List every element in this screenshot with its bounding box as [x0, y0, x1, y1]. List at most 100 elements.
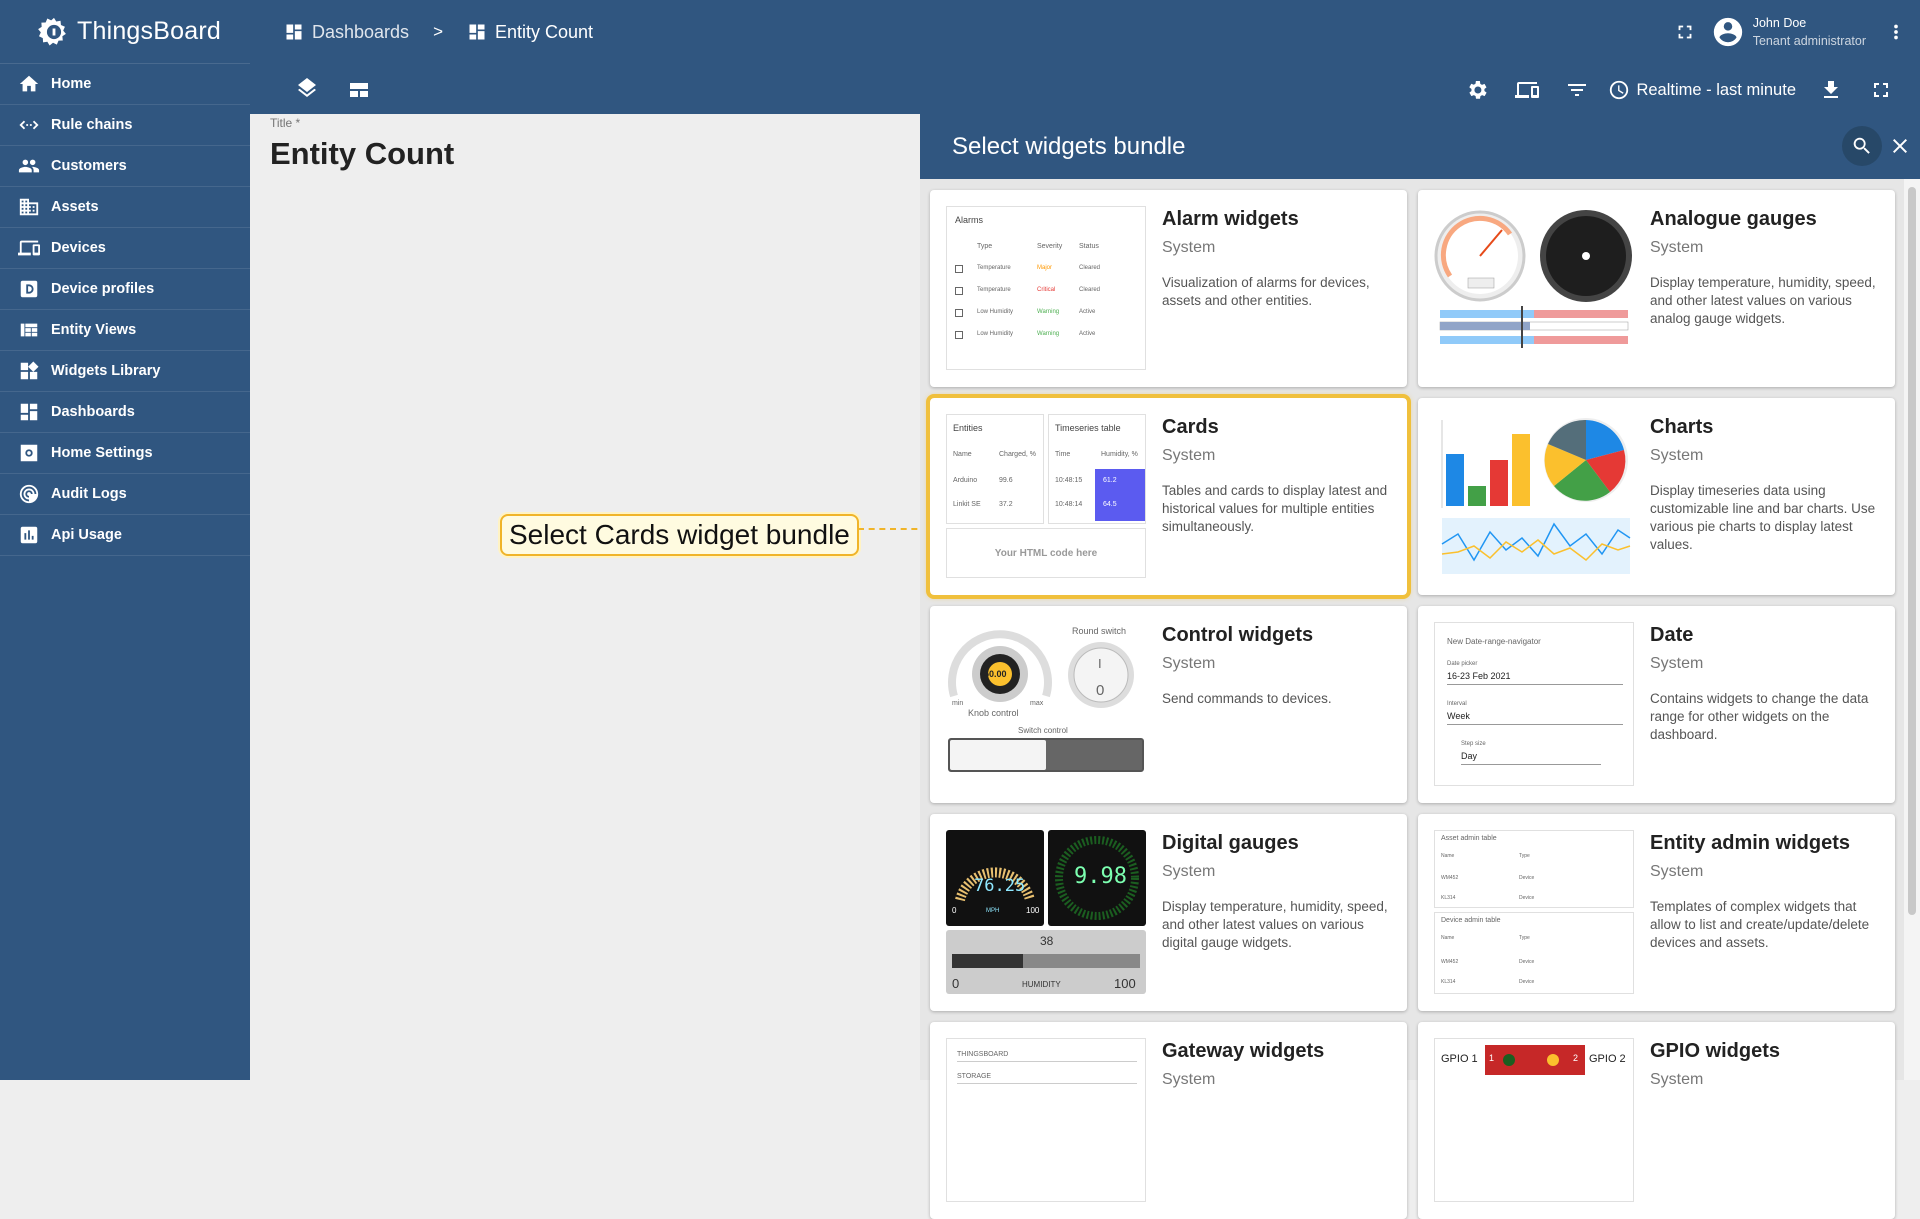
callout-connector — [858, 528, 928, 530]
alarm-row-cell: Cleared — [1079, 287, 1101, 293]
switch-off-label: 0 — [1096, 682, 1105, 699]
breadcrumb-dashboards[interactable]: Dashboards — [284, 22, 409, 43]
preview-title: New Date-range-navigator — [1447, 637, 1541, 646]
bundle-card-gateway-widgets[interactable]: THINGSBOARD STORAGE Gateway widgets Syst… — [930, 1022, 1407, 1219]
entity-aliases-button[interactable] — [1506, 70, 1548, 110]
bundle-card-entity-admin-widgets[interactable]: Asset admin table Name Type WM452 Device… — [1418, 814, 1895, 1011]
round-switch-icon — [1068, 642, 1134, 708]
timewindow-button[interactable]: Realtime - last minute — [1598, 79, 1810, 101]
knob-control-icon — [948, 630, 1052, 702]
bundle-text: Entity admin widgets System Templates of… — [1650, 832, 1881, 952]
preview-title: Entities — [953, 423, 983, 433]
bundle-card-date[interactable]: New Date-range-navigator Date picker 16-… — [1418, 606, 1895, 803]
bundle-type: System — [1650, 239, 1704, 256]
sidebar-item-label: Rule chains — [51, 117, 133, 133]
sidebar-item-devices[interactable]: Devices — [0, 228, 250, 269]
bundle-card-digital-gauges[interactable]: 76.25 MPH 0 100 9.98 38 0 HUMIDITY 100 D… — [930, 814, 1407, 1011]
sidebar-item-customers[interactable]: Customers — [0, 146, 250, 187]
bundle-description: Templates of complex widgets that allow … — [1650, 899, 1870, 950]
export-button[interactable] — [1810, 70, 1852, 110]
sidebar-item-api-usage[interactable]: Api Usage — [0, 515, 250, 556]
switch-control-label: Switch control — [1018, 726, 1068, 735]
preview-cell: 61.2 — [1103, 477, 1117, 484]
bundle-title: Charts — [1650, 416, 1714, 438]
preview-cell: 99.6 — [999, 477, 1013, 484]
sidebar-item-device-profiles[interactable]: Device profiles — [0, 269, 250, 310]
expand-button[interactable] — [1860, 70, 1902, 110]
preview-label: Step size — [1461, 741, 1486, 747]
alarm-row-cell: Warning — [1037, 331, 1060, 337]
humidity-fill — [952, 954, 1024, 968]
dashboard-title-field[interactable]: Entity Count — [270, 136, 454, 172]
sidebar-item-home-settings[interactable]: Home Settings — [0, 433, 250, 474]
sidebar-item-label: Home — [51, 76, 92, 92]
preview-col: Charged, % — [999, 451, 1036, 458]
entities-preview: Entities Name Charged, % Arduino 99.6 Li… — [946, 414, 1044, 524]
preview-cell: KL314 — [1441, 979, 1456, 985]
alarm-row-cell: Low Humidity — [977, 331, 1014, 337]
layers-button[interactable] — [286, 70, 328, 110]
dashboard-right-tools: Realtime - last minute — [1456, 70, 1902, 110]
bundle-title: GPIO widgets — [1650, 1040, 1781, 1062]
close-icon — [1893, 139, 1907, 153]
widgets-icon — [20, 361, 39, 380]
layout-button[interactable] — [338, 70, 380, 110]
bundle-text: Alarm widgets System Visualization of al… — [1162, 208, 1393, 310]
fullscreen-button[interactable] — [1665, 12, 1705, 52]
sidebar-item-audit-logs[interactable]: Audit Logs — [0, 474, 250, 515]
humidity-min: 0 — [952, 976, 960, 991]
bundle-card-control-widgets[interactable]: 50.00 min max Knob control Round switch … — [930, 606, 1407, 803]
settings-button[interactable] — [1456, 70, 1498, 110]
bundle-card-analogue-gauges[interactable]: Analogue gauges System Display temperatu… — [1418, 190, 1895, 387]
sidebar: ThingsBoard Home Rule chains Customers A… — [0, 0, 250, 1080]
bundle-card-cards[interactable]: Entities Name Charged, % Arduino 99.6 Li… — [926, 394, 1411, 599]
layers-icon — [298, 78, 316, 97]
filters-button[interactable] — [1556, 70, 1598, 110]
gateway-row: THINGSBOARD — [957, 1051, 1137, 1062]
preview-cell: KL314 — [1441, 895, 1456, 901]
bundle-card-charts[interactable]: Charts System Display timeseries data us… — [1418, 398, 1895, 595]
date-picker-value: 16-23 Feb 2021 — [1447, 671, 1623, 685]
preview-cell: Arduino — [953, 477, 978, 484]
gpio-board: 1 2 — [1485, 1045, 1585, 1075]
preview-title: Device admin table — [1441, 917, 1501, 924]
sidebar-item-entity-views[interactable]: Entity Views — [0, 310, 250, 351]
bundle-text: Date System Contains widgets to change t… — [1650, 624, 1881, 744]
avatar[interactable] — [1711, 15, 1745, 49]
sidebar-item-label: Dashboards — [51, 404, 135, 420]
sidebar-item-rule-chains[interactable]: Rule chains — [0, 105, 250, 146]
preview-col: Status — [1079, 243, 1099, 250]
gpio-label: GPIO 1 — [1441, 1053, 1478, 1065]
step-value: Day — [1461, 751, 1601, 765]
sidebar-item-home[interactable]: Home — [0, 64, 250, 105]
analogue-gauge-preview — [1434, 210, 1632, 348]
alarm-row-cell: Temperature — [977, 265, 1011, 271]
sidebar-item-widgets-library[interactable]: Widgets Library — [0, 351, 250, 392]
close-button[interactable] — [1880, 126, 1920, 166]
sidebar-item-label: Device profiles — [51, 281, 155, 297]
panel-scrollbar[interactable] — [1904, 179, 1920, 1080]
speed-max: 100 — [1026, 906, 1040, 915]
sidebar-item-label: Assets — [51, 199, 99, 215]
devices-icon — [18, 240, 40, 256]
preview-cell: 10:48:14 — [1055, 501, 1083, 508]
bundle-text: Gateway widgets System — [1162, 1040, 1393, 1106]
preview-col: Type — [977, 243, 993, 250]
sidebar-item-dashboards[interactable]: Dashboards — [0, 392, 250, 433]
interval-value: Week — [1447, 711, 1623, 725]
scrollbar-thumb[interactable] — [1908, 187, 1916, 915]
widgets-bundle-panel: Select widgets bundle Alarms Type Severi… — [920, 114, 1920, 1219]
user-info[interactable]: John Doe Tenant administrator — [1753, 14, 1866, 50]
search-button[interactable] — [1842, 126, 1882, 166]
speed-unit: MPH — [986, 908, 1000, 914]
bundle-card-alarm-widgets[interactable]: Alarms Type Severity Status Temperature M… — [930, 190, 1407, 387]
sidebar-item-assets[interactable]: Assets — [0, 187, 250, 228]
rule-chain-icon — [19, 120, 39, 130]
logo[interactable]: ThingsBoard — [0, 0, 250, 64]
alarm-row-checkbox — [955, 265, 963, 273]
user-menu-button[interactable] — [1876, 12, 1916, 52]
bundle-description: Display timeseries data using customizab… — [1650, 483, 1876, 552]
breadcrumb-current: Entity Count — [467, 22, 593, 43]
bundle-card-gpio-widgets[interactable]: GPIO 1 1 2 GPIO 2 GPIO widgets System — [1418, 1022, 1895, 1219]
sidebar-item-label: Audit Logs — [51, 486, 127, 502]
